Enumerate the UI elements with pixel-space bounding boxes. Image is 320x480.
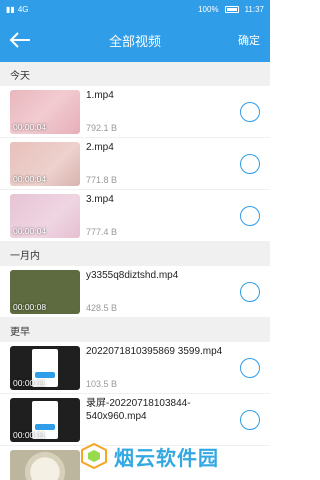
section-header: 一月内 <box>0 242 270 266</box>
radio-unchecked-icon[interactable] <box>240 282 260 302</box>
carrier-label: 4G <box>17 4 29 14</box>
file-size: 103.5 B <box>86 379 118 389</box>
section-header: 今天 <box>0 62 270 86</box>
duration-label: 00:00:08 <box>13 302 47 312</box>
video-thumbnail: 00:00:04 <box>10 90 80 134</box>
duration-label: 00:00:04 <box>13 122 47 132</box>
file-name: y3355q8diztshd.mp4 <box>86 270 179 281</box>
signal-icon: ▮▮ <box>6 4 15 14</box>
file-size: 428.5 B <box>86 303 118 313</box>
file-size: 792.1 B <box>86 123 118 133</box>
watermark: 烟云软件园 <box>80 434 266 478</box>
video-thumbnail: 00:00:04 <box>10 194 80 238</box>
file-name: 2022071810395869 3599.mp4 <box>86 346 223 357</box>
file-name: 1.mp4 <box>86 90 114 101</box>
radio-unchecked-icon[interactable] <box>240 358 260 378</box>
video-thumbnail: 00:00:04 <box>10 142 80 186</box>
status-bar: ▮▮ 4G 100% 11:37 <box>0 0 270 18</box>
radio-unchecked-icon[interactable] <box>240 410 260 430</box>
page-title: 全部视频 <box>108 33 161 49</box>
duration-label: 00:00:11 <box>13 378 46 388</box>
video-thumbnail: 00:00:08 <box>10 270 80 314</box>
radio-unchecked-icon[interactable] <box>240 102 260 122</box>
file-size: 771.8 B <box>86 175 118 185</box>
signal-group: ▮▮ 4G <box>6 5 28 14</box>
watermark-logo-icon <box>81 442 107 470</box>
file-size: 777.4 B <box>86 227 118 237</box>
duration-label: 00:00:11 <box>13 430 46 440</box>
list-item[interactable]: 00:00:04 2.mp4 771.8 B <box>0 138 270 190</box>
status-right: 100% 11:37 <box>198 5 264 14</box>
video-thumbnail: 00:00:11 <box>10 346 80 390</box>
file-name: 2.mp4 <box>86 142 114 153</box>
watermark-text: 烟云软件园 <box>114 447 219 470</box>
clock: 11:37 <box>244 4 264 14</box>
list-item[interactable]: 00:00:04 3.mp4 777.4 B <box>0 190 270 242</box>
list-item[interactable]: 00:00:04 1.mp4 792.1 B <box>0 86 270 138</box>
video-thumbnail: 00:00:11 <box>10 398 80 442</box>
battery-icon <box>224 5 239 13</box>
duration-label: 00:00:04 <box>13 174 47 184</box>
section-header: 更早 <box>0 318 270 342</box>
list-item[interactable]: 00:00:08 y3355q8diztshd.mp4 428.5 B <box>0 266 270 318</box>
radio-unchecked-icon[interactable] <box>240 154 260 174</box>
radio-unchecked-icon[interactable] <box>240 206 260 226</box>
app-bar: 全部视频 确定 <box>0 18 270 62</box>
battery-text: 100% <box>198 4 219 14</box>
duration-label: 00:00:04 <box>13 226 47 236</box>
list-item[interactable]: 00:00:11 2022071810395869 3599.mp4 103.5… <box>0 342 270 394</box>
file-name: 录屏-20220718103844-540x960.mp4 <box>86 398 191 422</box>
file-name: 3.mp4 <box>86 194 114 205</box>
video-thumbnail <box>10 450 80 480</box>
video-list: 今天 00:00:04 1.mp4 792.1 B 00:00:04 2.mp4… <box>0 62 270 480</box>
confirm-button[interactable]: 确定 <box>238 32 260 48</box>
